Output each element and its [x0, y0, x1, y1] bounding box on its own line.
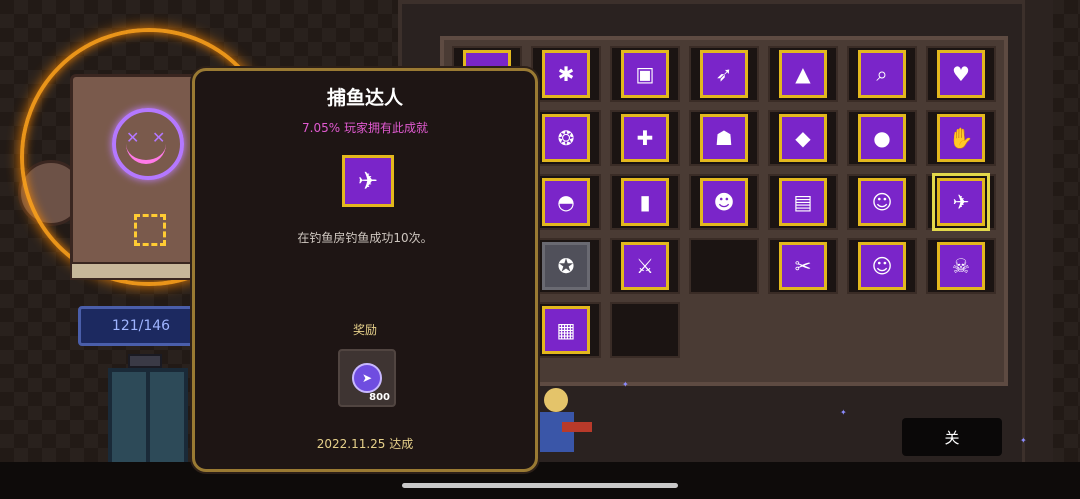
ownership-percent: 7.05% 玩家拥有此成就 [302, 121, 428, 135]
achievement-slot[interactable]: ▦ [531, 302, 601, 358]
elevator-indicator [128, 354, 162, 368]
shark-icon: ✈ [932, 173, 990, 231]
skull-icon: ☠ [937, 242, 985, 290]
fish-icon: ❂ [542, 114, 590, 162]
sparkle-icon: ✦ [840, 408, 847, 417]
achievement-slot[interactable]: ⌕ [847, 46, 917, 102]
player-character [536, 388, 592, 456]
reward-label: 奖励 [352, 323, 377, 337]
shark-icon: ✈ [342, 155, 394, 207]
slot-machine-icon: ▤ [779, 178, 827, 226]
reward-amount: 800 [369, 392, 390, 403]
achieved-date: 2022.11.25 达成 [316, 437, 414, 451]
achievement-title: 捕鱼达人 [326, 87, 403, 109]
hooded-figure-icon: ☻ [700, 178, 748, 226]
sparkle-icon: ✦ [622, 380, 629, 389]
floor [0, 462, 1080, 499]
arcade-machine-icon: ▦ [542, 306, 590, 354]
magnifier-icon: ⌕ [858, 50, 906, 98]
achievement-slot[interactable]: ➶ [689, 46, 759, 102]
achievement-slot[interactable]: ◓ [531, 174, 601, 230]
bomb-icon: ● [858, 114, 906, 162]
achievement-slot [689, 238, 759, 294]
pillar [1022, 0, 1053, 462]
home-indicator[interactable] [402, 483, 678, 488]
elevator-door [108, 368, 188, 472]
achievement-slot[interactable]: ✂ [768, 238, 838, 294]
achievement-slot[interactable]: ▤ [768, 174, 838, 230]
achievement-slot[interactable]: ▲ [768, 46, 838, 102]
gamepad-icon: ✚ [621, 114, 669, 162]
achievement-slot[interactable]: ☺ [847, 174, 917, 230]
reward-item: ➤ 800 [338, 349, 396, 407]
achievement-slot[interactable]: ● [847, 110, 917, 166]
achievement-slot[interactable]: ▣ [610, 46, 680, 102]
achievement-slot[interactable]: ✈ [926, 173, 996, 231]
door-icon: ▮ [621, 178, 669, 226]
achievement-slot[interactable]: ✱ [531, 46, 601, 102]
winged-boot-icon: ➶ [700, 50, 748, 98]
spider-icon: ✱ [542, 50, 590, 98]
achievement-counter: 121/146 [78, 306, 204, 346]
achievement-slot [610, 302, 680, 358]
ghost-icon: ☺ [858, 178, 906, 226]
achievement-slot[interactable]: ❂ [531, 110, 601, 166]
achievement-slot[interactable]: ◆ [768, 110, 838, 166]
tombstone-icon: ☗ [700, 114, 748, 162]
scan-frame-icon [134, 214, 166, 246]
achievement-description: 在钓鱼房钓鱼成功10次。 [297, 231, 433, 245]
achievement-slot[interactable]: ☠ [926, 238, 996, 294]
crystal-icon: ◆ [779, 114, 827, 162]
medal-icon: ✪ [542, 242, 590, 290]
spikes-icon: ▲ [779, 50, 827, 98]
achievement-detail-popup: 捕鱼达人 7.05% 玩家拥有此成就 ✈ 在钓鱼房钓鱼成功10次。 奖励 ➤ 8… [192, 68, 538, 472]
close-button[interactable]: 关 [902, 418, 1002, 456]
achievement-slot[interactable]: ✋ [926, 110, 996, 166]
smiley-face-icon: ✕ ✕ [112, 108, 184, 180]
mask-icon: ☺ [858, 242, 906, 290]
achievement-slot[interactable]: ☗ [689, 110, 759, 166]
sparkle-icon: ✦ [1020, 436, 1027, 445]
achievement-slot[interactable]: ▮ [610, 174, 680, 230]
helmet-icon: ◓ [542, 178, 590, 226]
gem-fish-icon: ➤ [352, 363, 382, 393]
sword-strike-icon: ⚔ [621, 242, 669, 290]
achievement-slot[interactable]: ☺ [847, 238, 917, 294]
achievement-slot[interactable]: ✪ [531, 238, 601, 294]
achievement-slot[interactable]: ⚔ [610, 238, 680, 294]
fire-hand-icon: ✋ [937, 114, 985, 162]
chest-icon: ▣ [621, 50, 669, 98]
crossed-blades-icon: ✂ [779, 242, 827, 290]
achievement-slot[interactable]: ✚ [610, 110, 680, 166]
achievement-slot[interactable]: ♥ [926, 46, 996, 102]
potion-heart-icon: ♥ [937, 50, 985, 98]
achievement-slot[interactable]: ☻ [689, 174, 759, 230]
